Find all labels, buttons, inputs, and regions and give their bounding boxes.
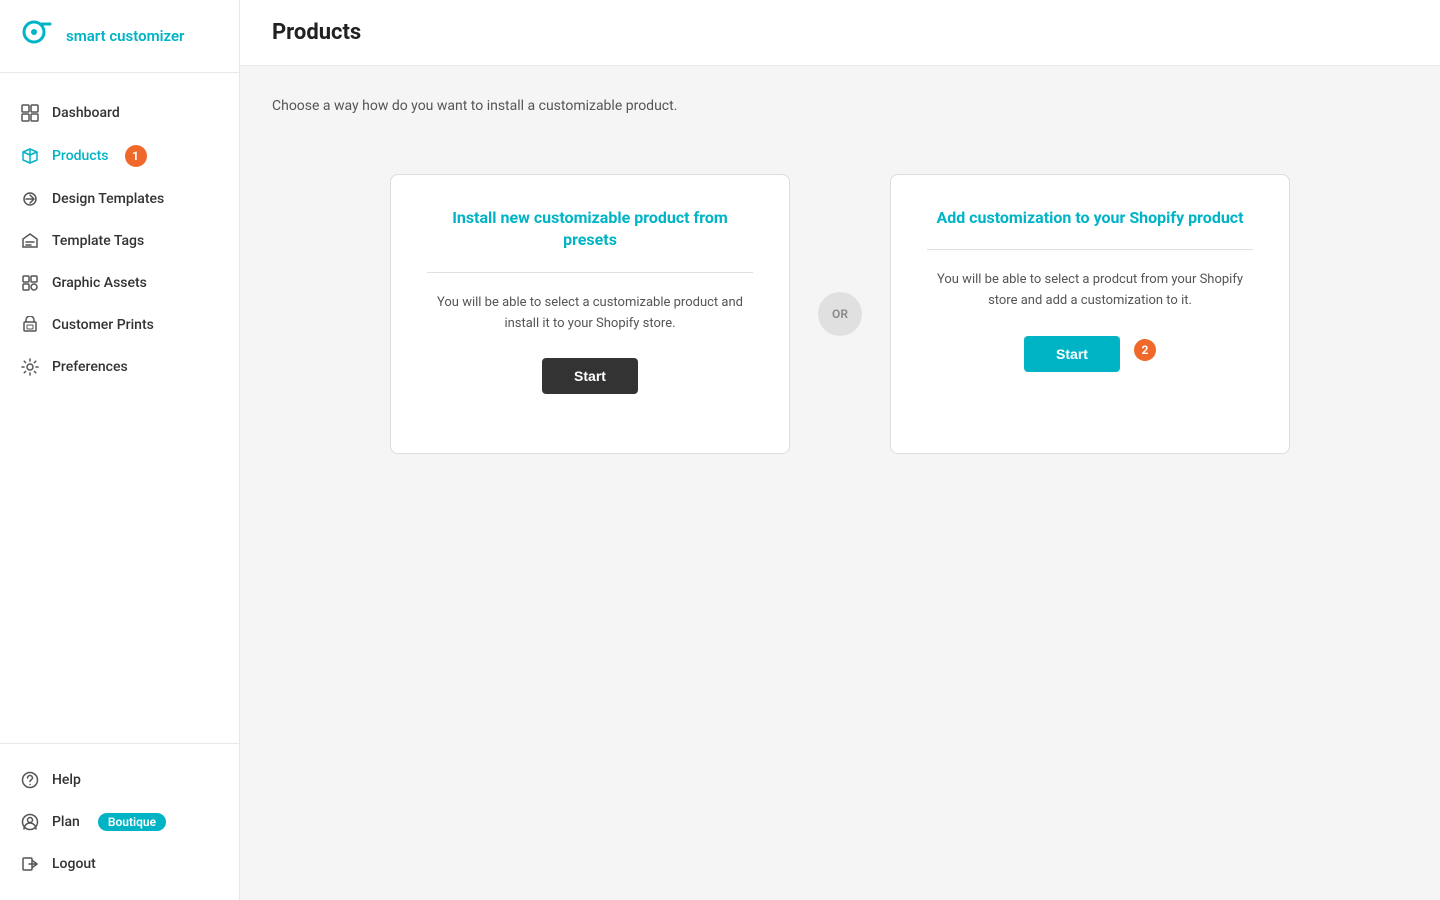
logout-icon [20,854,40,874]
sidebar-item-customer-prints[interactable]: Customer Prints [0,305,239,345]
plan-badge: Boutique [98,813,166,831]
sidebar-item-products[interactable]: Products 1 [0,135,239,177]
help-icon [20,770,40,790]
card2-divider [927,249,1253,250]
design-templates-icon [20,189,40,209]
sidebar-item-label-graphic-assets: Graphic Assets [52,275,147,291]
customer-prints-icon [20,315,40,335]
products-badge: 1 [125,145,147,167]
sidebar-item-label-design-templates: Design Templates [52,191,164,207]
card2-badge: 2 [1134,339,1156,361]
card1-description: You will be able to select a customizabl… [427,293,753,335]
page-subtitle: Choose a way how do you want to install … [272,98,1408,114]
or-divider: OR [818,292,862,336]
sidebar-item-dashboard[interactable]: Dashboard [0,93,239,133]
card2-description: You will be able to select a prodcut fro… [927,270,1253,312]
sidebar-item-preferences[interactable]: Preferences [0,347,239,387]
sidebar-item-label-customer-prints: Customer Prints [52,317,154,333]
plan-icon [20,812,40,832]
sidebar-item-label-help: Help [52,772,81,788]
graphic-assets-icon [20,273,40,293]
logo-icon [20,18,56,54]
install-preset-card: Install new customizable product from pr… [390,174,790,454]
main-content: Products Choose a way how do you want to… [240,0,1440,900]
sidebar-item-label-products: Products [52,148,109,164]
sidebar-item-logout[interactable]: Logout [0,844,239,884]
main-body: Choose a way how do you want to install … [240,66,1440,486]
sidebar-bottom: Help Plan Boutique L [0,743,239,900]
sidebar: smart customizer Dashboard [0,0,240,900]
products-icon [20,146,40,166]
sidebar-nav: Dashboard Products 1 Design Templates [0,73,239,743]
card1-title: Install new customizable product from pr… [427,207,753,252]
page-header: Products [240,0,1440,66]
add-customization-card: Add customization to your Shopify produc… [890,174,1290,454]
sidebar-item-design-templates[interactable]: Design Templates [0,179,239,219]
sidebar-item-help[interactable]: Help [0,760,239,800]
sidebar-item-label-logout: Logout [52,856,96,872]
sidebar-item-label-dashboard: Dashboard [52,105,120,121]
sidebar-item-template-tags[interactable]: Template Tags [0,221,239,261]
sidebar-item-plan[interactable]: Plan Boutique [0,802,239,842]
page-title: Products [272,20,1408,45]
sidebar-item-label-preferences: Preferences [52,359,128,375]
app-name: smart customizer [66,27,184,45]
sidebar-item-label-template-tags: Template Tags [52,233,144,249]
sidebar-item-label-plan: Plan [52,814,80,830]
preferences-icon [20,357,40,377]
card2-title: Add customization to your Shopify produc… [936,207,1243,229]
card1-divider [427,272,753,273]
card2-start-button[interactable]: Start [1024,336,1120,372]
logo-area: smart customizer [0,0,239,73]
card1-start-button[interactable]: Start [542,358,638,394]
cards-wrapper: Install new customizable product from pr… [272,174,1408,454]
sidebar-item-graphic-assets[interactable]: Graphic Assets [0,263,239,303]
dashboard-icon [20,103,40,123]
template-tags-icon [20,231,40,251]
card2-action-row: Start 2 [1024,328,1156,372]
